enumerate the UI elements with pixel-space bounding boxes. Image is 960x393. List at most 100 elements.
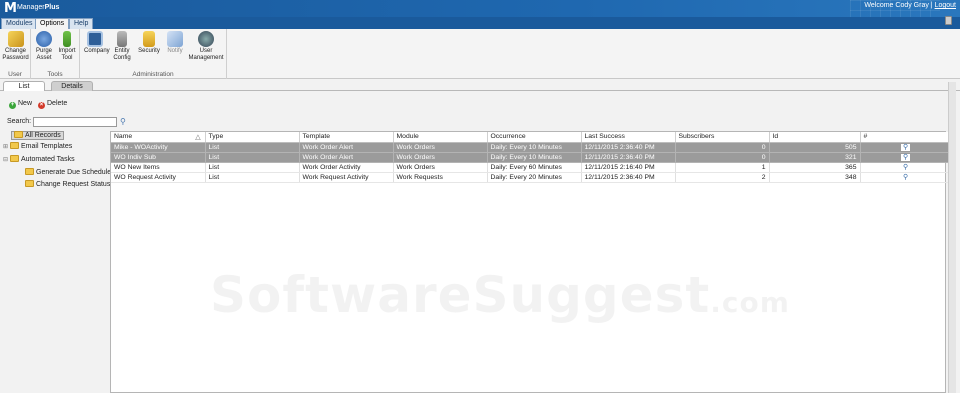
ribbon-group-user: Change Password User bbox=[0, 29, 31, 79]
company-button[interactable]: Company bbox=[84, 31, 110, 55]
cell-last-success: 12/11/2015 2:36:40 PM bbox=[581, 172, 676, 183]
user-management-button[interactable]: User Management bbox=[188, 31, 224, 62]
column-header-last-success[interactable]: Last Success bbox=[581, 132, 676, 143]
cell-view: ⚲ bbox=[860, 162, 952, 173]
module-bar bbox=[0, 17, 960, 29]
tab-list[interactable]: List bbox=[3, 81, 45, 91]
table-row[interactable]: WO New Items List Work Order Activity Work … bbox=[111, 162, 952, 173]
tab-options[interactable]: Options bbox=[35, 18, 70, 29]
column-header-name[interactable]: Name △ bbox=[111, 132, 206, 143]
security-button[interactable]: Security bbox=[136, 31, 162, 55]
purge-icon bbox=[36, 31, 52, 47]
column-header-hash[interactable]: # bbox=[860, 132, 952, 143]
column-header-occurrence[interactable]: Occurrence bbox=[487, 132, 582, 143]
cell-type: List bbox=[205, 162, 300, 173]
cell-subscribers: 0 bbox=[675, 142, 770, 153]
cell-last-success: 12/11/2015 2:36:40 PM bbox=[581, 152, 676, 163]
tree-item-generate-due-schedules[interactable]: Generate Due Schedules bbox=[25, 168, 115, 178]
cell-module: Work Requests bbox=[393, 172, 488, 183]
cell-occurrence: Daily: Every 60 Minutes bbox=[487, 162, 582, 173]
column-header-type[interactable]: Type bbox=[205, 132, 300, 143]
company-icon bbox=[87, 31, 103, 47]
task-icon bbox=[25, 168, 34, 175]
trash-icon[interactable] bbox=[945, 16, 952, 25]
cell-id: 505 bbox=[769, 142, 861, 153]
cell-id: 348 bbox=[769, 172, 861, 183]
vertical-scrollbar[interactable] bbox=[948, 82, 956, 393]
entity-config-button[interactable]: Entity Config bbox=[110, 31, 134, 62]
cell-module: Work Orders bbox=[393, 142, 488, 153]
cell-module: Work Orders bbox=[393, 162, 488, 173]
delete-icon: × bbox=[38, 102, 45, 109]
watermark: SoftwareSuggest.com bbox=[210, 266, 790, 324]
cell-name: WO Indiv Sub bbox=[111, 152, 206, 163]
top-bar: MManagerPlus Welcome Cody Gray | Logout bbox=[0, 0, 960, 30]
view-icon[interactable]: ⚲ bbox=[901, 144, 910, 151]
cell-view: ⚲ bbox=[860, 142, 952, 153]
cell-subscribers: 2 bbox=[675, 172, 770, 183]
task-icon bbox=[25, 180, 34, 187]
entity-icon bbox=[117, 31, 127, 47]
ribbon-group-tools: Purge Asset Import Tool Tools bbox=[31, 29, 80, 79]
tab-details[interactable]: Details bbox=[51, 81, 93, 91]
cell-occurrence: Daily: Every 10 Minutes bbox=[487, 142, 582, 153]
change-password-button[interactable]: Change Password bbox=[1, 31, 30, 62]
tab-modules[interactable]: Modules bbox=[1, 18, 38, 29]
tab-help[interactable]: Help bbox=[69, 18, 94, 29]
purge-asset-button[interactable]: Purge Asset bbox=[34, 31, 54, 62]
search-label: Search: bbox=[7, 118, 32, 125]
cell-occurrence: Daily: Every 20 Minutes bbox=[487, 172, 582, 183]
table-row[interactable]: WO Indiv Sub List Work Order Alert Work Ord… bbox=[111, 152, 952, 163]
cell-id: 365 bbox=[769, 162, 861, 173]
cell-occurrence: Daily: Every 10 Minutes bbox=[487, 152, 582, 163]
view-icon[interactable]: ⚲ bbox=[901, 154, 910, 161]
cell-name: Mike - WOActivity bbox=[111, 142, 206, 153]
import-tool-button[interactable]: Import Tool bbox=[56, 31, 78, 62]
ribbon-group-administration: Company Entity Config Security Notify Us… bbox=[80, 29, 227, 79]
plus-icon: + bbox=[9, 102, 16, 109]
column-header-id[interactable]: Id bbox=[769, 132, 861, 143]
tree-item-automated-tasks[interactable]: ⊟ Automated Tasks bbox=[3, 155, 75, 165]
users-icon bbox=[198, 31, 214, 47]
new-button[interactable]: + New bbox=[9, 100, 32, 109]
search-icon[interactable]: ⚲ bbox=[120, 117, 126, 126]
search-input[interactable] bbox=[33, 117, 117, 127]
records-grid: Name △ Type Template Module Occurrence La… bbox=[110, 131, 952, 393]
ribbon: Change Password User Purge Asset Import … bbox=[0, 29, 960, 79]
notify-icon bbox=[167, 31, 183, 47]
cell-last-success: 12/11/2015 2:16:40 PM bbox=[581, 162, 676, 173]
cell-view: ⚲ bbox=[860, 152, 952, 163]
collapse-icon[interactable]: ⊟ bbox=[3, 155, 9, 165]
column-header-module[interactable]: Module bbox=[393, 132, 488, 143]
delete-button[interactable]: × Delete bbox=[38, 100, 67, 109]
tree-item-change-request-status[interactable]: Change Request Status bbox=[25, 180, 110, 190]
view-icon[interactable]: ⚲ bbox=[903, 174, 908, 181]
cell-template: Work Order Activity bbox=[299, 162, 394, 173]
app-logo: MManagerPlus bbox=[4, 1, 60, 16]
column-header-subscribers[interactable]: Subscribers bbox=[675, 132, 770, 143]
expand-icon[interactable]: ⊞ bbox=[3, 142, 9, 152]
sort-asc-icon: △ bbox=[195, 133, 201, 141]
cell-subscribers: 1 bbox=[675, 162, 770, 173]
cell-template: Work Order Alert bbox=[299, 142, 394, 153]
lock-icon bbox=[143, 31, 155, 47]
cell-id: 321 bbox=[769, 152, 861, 163]
table-row[interactable]: WO Request Activity List Work Request Acti… bbox=[111, 172, 952, 183]
view-icon[interactable]: ⚲ bbox=[903, 164, 908, 171]
notify-button[interactable]: Notify bbox=[164, 31, 186, 55]
folder-icon bbox=[10, 142, 19, 149]
import-icon bbox=[63, 31, 71, 47]
folder-icon bbox=[10, 155, 19, 162]
folder-icon bbox=[14, 131, 23, 138]
cell-type: List bbox=[205, 152, 300, 163]
logout-link[interactable]: Logout bbox=[935, 2, 956, 9]
cell-name: WO Request Activity bbox=[111, 172, 206, 183]
cell-last-success: 12/11/2015 2:36:40 PM bbox=[581, 142, 676, 153]
welcome-text: Welcome Cody Gray | Logout bbox=[864, 2, 956, 9]
column-header-template[interactable]: Template bbox=[299, 132, 394, 143]
cell-module: Work Orders bbox=[393, 152, 488, 163]
table-row[interactable]: Mike - WOActivity List Work Order Alert Wor… bbox=[111, 142, 952, 153]
tree-item-all-records[interactable]: All Records bbox=[11, 131, 64, 141]
tree-item-email-templates[interactable]: ⊞ Email Templates bbox=[3, 142, 72, 152]
view-tabs: List Details bbox=[0, 80, 960, 91]
